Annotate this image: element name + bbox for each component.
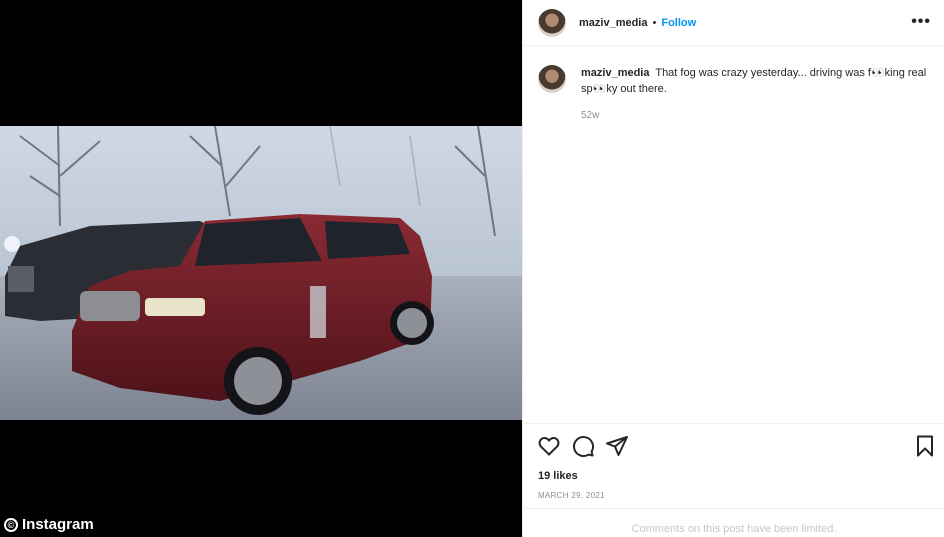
post-age: 52w xyxy=(581,110,600,121)
post-header: maziv_media • Follow ••• xyxy=(523,0,944,46)
watermark-label: Instagram xyxy=(22,516,94,533)
more-options-icon[interactable]: ••• xyxy=(911,13,931,31)
heart-icon[interactable] xyxy=(537,434,561,458)
comment-icon[interactable] xyxy=(571,434,595,458)
post-media: © Instagram xyxy=(0,0,522,537)
bookmark-icon[interactable] xyxy=(913,434,937,458)
follow-button[interactable]: Follow xyxy=(661,17,696,29)
foggy-cars-image xyxy=(0,126,522,420)
post-photo[interactable] xyxy=(0,126,522,420)
separator-dot: • xyxy=(652,16,657,29)
post-date: MARCH 29, 2021 xyxy=(538,491,605,500)
caption-comment: maziv_media That fog was crazy yesterday… xyxy=(538,65,933,97)
username[interactable]: maziv_media xyxy=(579,17,647,29)
likes-count[interactable]: 19 likes xyxy=(538,470,578,482)
copyright-icon: © xyxy=(4,517,18,532)
caption-username[interactable]: maziv_media xyxy=(581,67,649,79)
post-sidebar: maziv_media • Follow ••• maziv_media Tha… xyxy=(522,0,944,537)
avatar[interactable] xyxy=(538,65,566,93)
action-bar xyxy=(523,423,944,467)
comments-limited-notice: Comments on this post have been limited. xyxy=(523,508,944,537)
instagram-watermark: © Instagram xyxy=(4,516,94,533)
avatar[interactable] xyxy=(538,8,566,37)
share-icon[interactable] xyxy=(605,434,629,458)
caption-body: maziv_media That fog was crazy yesterday… xyxy=(581,65,933,97)
